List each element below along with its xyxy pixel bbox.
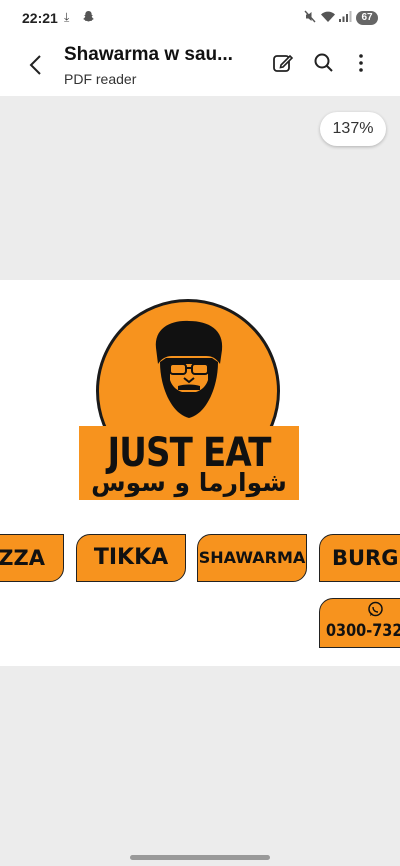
wifi-icon bbox=[320, 10, 336, 26]
phone-number: 0300-7325 bbox=[326, 621, 400, 641]
brand-name-urdu: شوارما و سوس bbox=[91, 468, 287, 497]
home-indicator[interactable] bbox=[130, 855, 270, 860]
snapchat-icon bbox=[82, 10, 95, 26]
back-button[interactable] bbox=[22, 50, 52, 80]
more-options-button[interactable] bbox=[348, 50, 374, 76]
edit-button[interactable] bbox=[270, 50, 296, 76]
category-chip-pizza: ZZA bbox=[0, 534, 64, 582]
app-bar: Shawarma w sau... PDF reader bbox=[0, 36, 400, 96]
status-bar: 22:21 ⤓ 67 bbox=[0, 0, 400, 36]
category-chip-tikka: TIKKA bbox=[76, 534, 186, 582]
mute-icon bbox=[304, 10, 317, 26]
logo-portrait bbox=[155, 320, 223, 418]
document-title: Shawarma w sau... bbox=[64, 44, 233, 65]
more-icon bbox=[359, 54, 363, 72]
chevron-left-icon bbox=[29, 55, 41, 75]
search-button[interactable] bbox=[311, 50, 337, 76]
phone-contact-chip: 0300-7325 bbox=[319, 598, 400, 648]
edit-icon bbox=[273, 54, 294, 72]
category-chip-shawarma: SHAWARMA bbox=[197, 534, 307, 582]
app-subtitle: PDF reader bbox=[64, 71, 137, 87]
search-icon bbox=[314, 53, 333, 72]
signal-icon bbox=[338, 10, 352, 26]
download-icon: ⤓ bbox=[64, 10, 70, 24]
zoom-level-badge: 137% bbox=[320, 112, 386, 146]
brand-banner: JUST EAT شوارما و سوس bbox=[79, 426, 299, 500]
pdf-page[interactable]: JUST EAT شوارما و سوس ZZA TIKKA SHAWARMA… bbox=[0, 280, 400, 666]
status-time: 22:21 bbox=[22, 10, 58, 26]
battery-indicator: 67 bbox=[356, 11, 378, 25]
whatsapp-icon bbox=[368, 601, 383, 617]
category-chip-burger: BURGE bbox=[319, 534, 400, 582]
